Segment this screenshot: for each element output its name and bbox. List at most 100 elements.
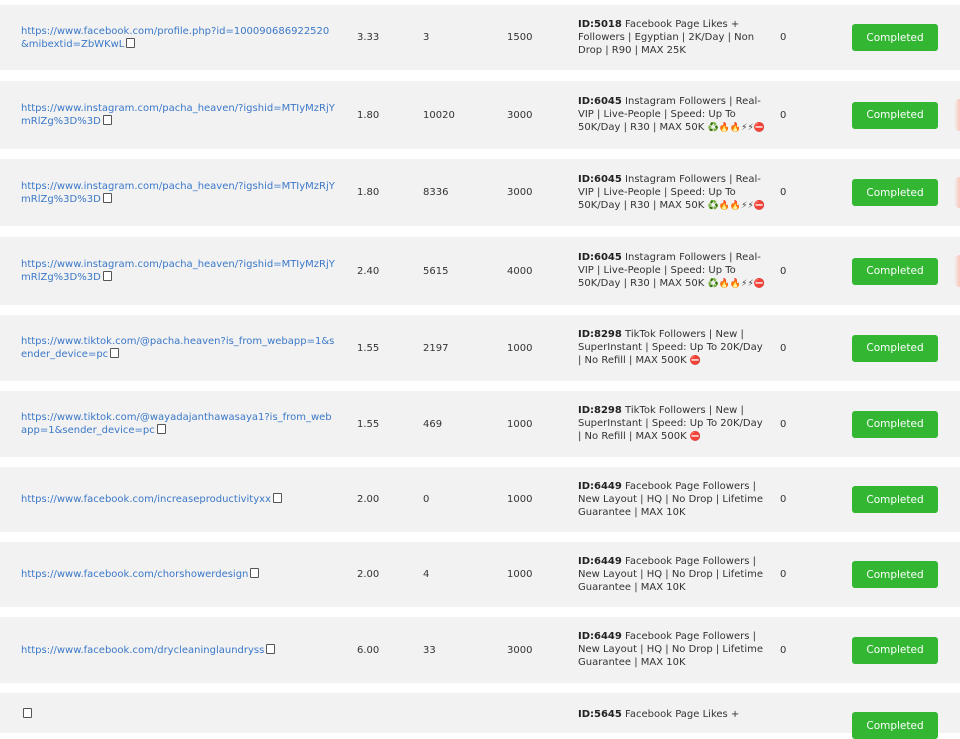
order-quantity: 1500: [507, 32, 533, 43]
status-completed-button[interactable]: Completed: [852, 712, 938, 739]
order-link[interactable]: https://www.facebook.com/chorshowerdesig…: [21, 566, 260, 581]
status-completed-button[interactable]: Completed: [852, 334, 938, 362]
order-link-cell: https://www.tiktok.com/@wayadajanthawasa…: [21, 391, 336, 457]
order-start-count: 5615: [423, 265, 449, 277]
service-id: ID:5645: [578, 709, 622, 720]
order-status-cell: Completed: [852, 542, 938, 607]
order-quantity: 3000: [507, 187, 533, 198]
copy-icon[interactable]: [264, 641, 276, 654]
order-link-cell: https://www.instagram.com/pacha_heaven/?…: [21, 81, 336, 149]
table-row: https://www.instagram.com/pacha_heaven/?…: [0, 237, 960, 305]
copy-icon[interactable]: [248, 566, 260, 578]
copy-icon[interactable]: [100, 190, 112, 203]
order-remains: 0: [780, 494, 787, 505]
service-emoji: ⛔: [689, 356, 702, 366]
order-remains: 0: [780, 342, 787, 354]
status-completed-button[interactable]: Completed: [852, 257, 938, 285]
copy-icon[interactable]: [124, 35, 136, 48]
table-row: https://www.tiktok.com/@pacha.heaven?is_…: [0, 315, 960, 381]
order-remains: 0: [780, 109, 787, 121]
service-id: ID:6045: [578, 252, 622, 263]
order-charge: [357, 693, 407, 733]
table-row: https://www.facebook.com/profile.php?id=…: [0, 5, 960, 70]
order-link[interactable]: [21, 706, 32, 721]
order-link-cell: https://www.instagram.com/pacha_heaven/?…: [21, 237, 336, 305]
service-id: ID:6449: [578, 631, 622, 642]
order-start-count: 2197: [423, 342, 449, 354]
order-status-cell: Completed: [852, 391, 938, 457]
order-link[interactable]: https://www.instagram.com/pacha_heaven/?…: [21, 180, 336, 206]
copy-icon[interactable]: [108, 346, 120, 358]
order-start-count: [423, 693, 483, 733]
order-remains: [780, 693, 820, 733]
copy-icon[interactable]: [21, 706, 32, 718]
table-row: ID:5645 Facebook Page Likes + Completed: [0, 693, 960, 739]
order-quantity: [507, 693, 567, 733]
order-link-cell: https://www.facebook.com/drycleaninglaun…: [21, 617, 336, 683]
order-start-count: 10020: [423, 109, 455, 121]
order-status-cell: Completed: [852, 5, 938, 70]
order-service-cell: ID:5018 Facebook Page Likes + Followers …: [578, 5, 768, 70]
order-service-cell: ID:6045 Instagram Followers | Real-VIP |…: [578, 237, 768, 305]
order-link[interactable]: https://www.instagram.com/pacha_heaven/?…: [21, 102, 336, 128]
order-charge: 2.00: [357, 494, 380, 505]
order-link[interactable]: https://www.facebook.com/profile.php?id=…: [21, 25, 336, 51]
service-emoji: ⛔: [689, 432, 702, 442]
order-link[interactable]: https://www.tiktok.com/@pacha.heaven?is_…: [21, 335, 336, 361]
copy-icon[interactable]: [100, 269, 112, 281]
order-charge: 1.80: [357, 109, 380, 121]
order-charge: 2.40: [357, 265, 380, 277]
table-row: https://www.instagram.com/pacha_heaven/?…: [0, 81, 960, 149]
status-completed-button[interactable]: Completed: [852, 486, 938, 513]
order-remains: 0: [780, 187, 787, 198]
order-service-cell: ID:8298 TikTok Followers | New | SuperIn…: [578, 315, 768, 381]
order-link-cell: https://www.instagram.com/pacha_heaven/?…: [21, 159, 336, 226]
order-status-cell: Completed: [852, 467, 938, 532]
edge-shadow: [954, 177, 960, 208]
order-start-count: 33: [423, 644, 436, 656]
order-service-cell: ID:5645 Facebook Page Likes +: [578, 693, 768, 733]
status-completed-button[interactable]: Completed: [852, 101, 938, 129]
service-id: ID:8298: [578, 405, 622, 416]
order-quantity: 3000: [507, 109, 533, 121]
order-link[interactable]: https://www.facebook.com/drycleaninglaun…: [21, 641, 276, 657]
service-id: ID:6449: [578, 480, 622, 492]
service-emoji: ♻️🔥🔥⚡⚡⛔: [707, 200, 765, 211]
order-status-cell: Completed: [852, 81, 938, 149]
edge-shadow: [954, 255, 960, 287]
order-quantity: 1000: [507, 569, 533, 580]
order-quantity: 1000: [507, 418, 533, 430]
table-row: https://www.instagram.com/pacha_heaven/?…: [0, 159, 960, 226]
order-status-cell: Completed: [852, 617, 938, 683]
copy-icon[interactable]: [270, 491, 282, 503]
order-quantity: 4000: [507, 265, 533, 277]
order-link-cell: https://www.facebook.com/chorshowerdesig…: [21, 542, 336, 607]
order-charge: 6.00: [357, 644, 380, 656]
copy-icon[interactable]: [154, 422, 166, 434]
order-charge: 1.55: [357, 418, 380, 430]
order-remains: 0: [780, 644, 787, 656]
order-service-cell: ID:8298 TikTok Followers | New | SuperIn…: [578, 391, 768, 457]
copy-icon[interactable]: [100, 113, 112, 125]
order-status-cell: Completed: [852, 315, 938, 381]
status-completed-button[interactable]: Completed: [852, 636, 938, 664]
order-link[interactable]: https://www.facebook.com/increaseproduct…: [21, 491, 282, 506]
status-completed-button[interactable]: Completed: [852, 24, 938, 51]
order-start-count: 3: [423, 32, 430, 43]
status-completed-button[interactable]: Completed: [852, 561, 938, 588]
status-completed-button[interactable]: Completed: [852, 179, 938, 206]
order-link-cell: https://www.tiktok.com/@pacha.heaven?is_…: [21, 315, 336, 381]
order-quantity: 1000: [507, 494, 533, 505]
order-service-cell: ID:6045 Instagram Followers | Real-VIP |…: [578, 159, 768, 226]
order-service-cell: ID:6449 Facebook Page Followers | New La…: [578, 467, 768, 532]
table-row: https://www.facebook.com/drycleaninglaun…: [0, 617, 960, 683]
order-quantity: 3000: [507, 644, 533, 656]
status-completed-button[interactable]: Completed: [852, 410, 938, 438]
order-remains: 0: [780, 569, 787, 580]
order-status-cell: Completed: [852, 693, 938, 739]
order-link[interactable]: https://www.instagram.com/pacha_heaven/?…: [21, 258, 336, 284]
order-link[interactable]: https://www.tiktok.com/@wayadajanthawasa…: [21, 411, 336, 437]
service-id: ID:5018: [578, 18, 622, 30]
order-remains: 0: [780, 265, 787, 277]
order-service-cell: ID:6449 Facebook Page Followers | New La…: [578, 617, 768, 683]
